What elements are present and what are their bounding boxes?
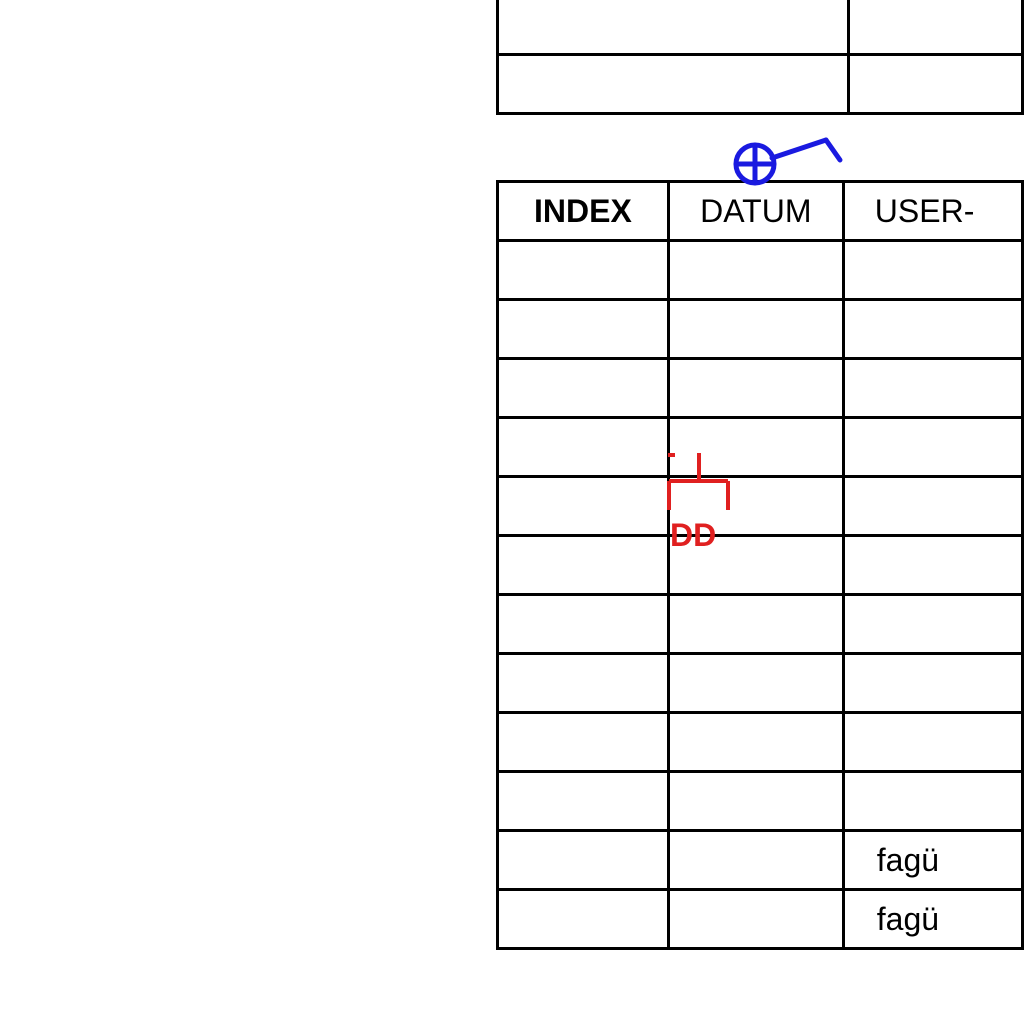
cell-datum xyxy=(666,298,845,360)
blue-weld-symbol xyxy=(733,137,843,186)
cell-user xyxy=(841,770,1024,832)
cell-index xyxy=(496,239,670,301)
cell-datum xyxy=(666,239,845,301)
header-datum: DATUM xyxy=(666,180,845,242)
cell-datum xyxy=(666,829,845,891)
cell-index xyxy=(496,888,670,950)
cell-user xyxy=(841,239,1024,301)
table-cell xyxy=(495,0,851,56)
table-row: fagü xyxy=(496,888,1024,950)
log-table: INDEX DATUM USER- fagü fagü xyxy=(496,180,1024,950)
cell-datum xyxy=(666,711,845,773)
blue-tail-line xyxy=(823,137,843,163)
table-row xyxy=(496,593,1024,655)
cell-datum xyxy=(666,357,845,419)
table-cell xyxy=(847,53,1024,115)
upper-table xyxy=(495,0,1024,115)
cell-datum xyxy=(666,416,845,478)
cell-datum xyxy=(666,770,845,832)
cell-index xyxy=(496,711,670,773)
cell-index xyxy=(496,534,670,596)
cell-datum xyxy=(666,534,845,596)
table-row xyxy=(496,770,1024,832)
header-user: USER- xyxy=(841,180,1024,242)
table-row xyxy=(496,239,1024,301)
cell-user xyxy=(841,298,1024,360)
table-row xyxy=(496,357,1024,419)
cell-index xyxy=(496,770,670,832)
cell-datum xyxy=(666,593,845,655)
table-cell xyxy=(847,0,1024,56)
blue-circle-mark xyxy=(733,142,777,186)
cell-index xyxy=(496,357,670,419)
table-row xyxy=(495,0,1024,56)
cell-user xyxy=(841,475,1024,537)
cell-user xyxy=(841,652,1024,714)
cell-user: fagü xyxy=(841,888,1024,950)
header-index: INDEX xyxy=(496,180,670,242)
table-row xyxy=(496,416,1024,478)
cell-index xyxy=(496,416,670,478)
cell-user xyxy=(841,416,1024,478)
cell-index xyxy=(496,593,670,655)
table-row xyxy=(496,652,1024,714)
table-row xyxy=(495,53,1024,115)
table-row xyxy=(496,711,1024,773)
cell-user xyxy=(841,593,1024,655)
cell-index xyxy=(496,475,670,537)
table-header-row: INDEX DATUM USER- xyxy=(496,180,1024,242)
table-row xyxy=(496,475,1024,537)
cell-datum xyxy=(666,475,845,537)
cell-user xyxy=(841,357,1024,419)
cell-index xyxy=(496,829,670,891)
cell-index xyxy=(496,652,670,714)
table-row xyxy=(496,534,1024,596)
cell-datum xyxy=(666,652,845,714)
table-cell xyxy=(495,53,851,115)
table-row: fagü xyxy=(496,829,1024,891)
cell-user xyxy=(841,711,1024,773)
table-row xyxy=(496,298,1024,360)
cell-user: fagü xyxy=(841,829,1024,891)
cell-index xyxy=(496,298,670,360)
cell-datum xyxy=(666,888,845,950)
blue-leader-line xyxy=(769,137,829,161)
cell-user xyxy=(841,534,1024,596)
